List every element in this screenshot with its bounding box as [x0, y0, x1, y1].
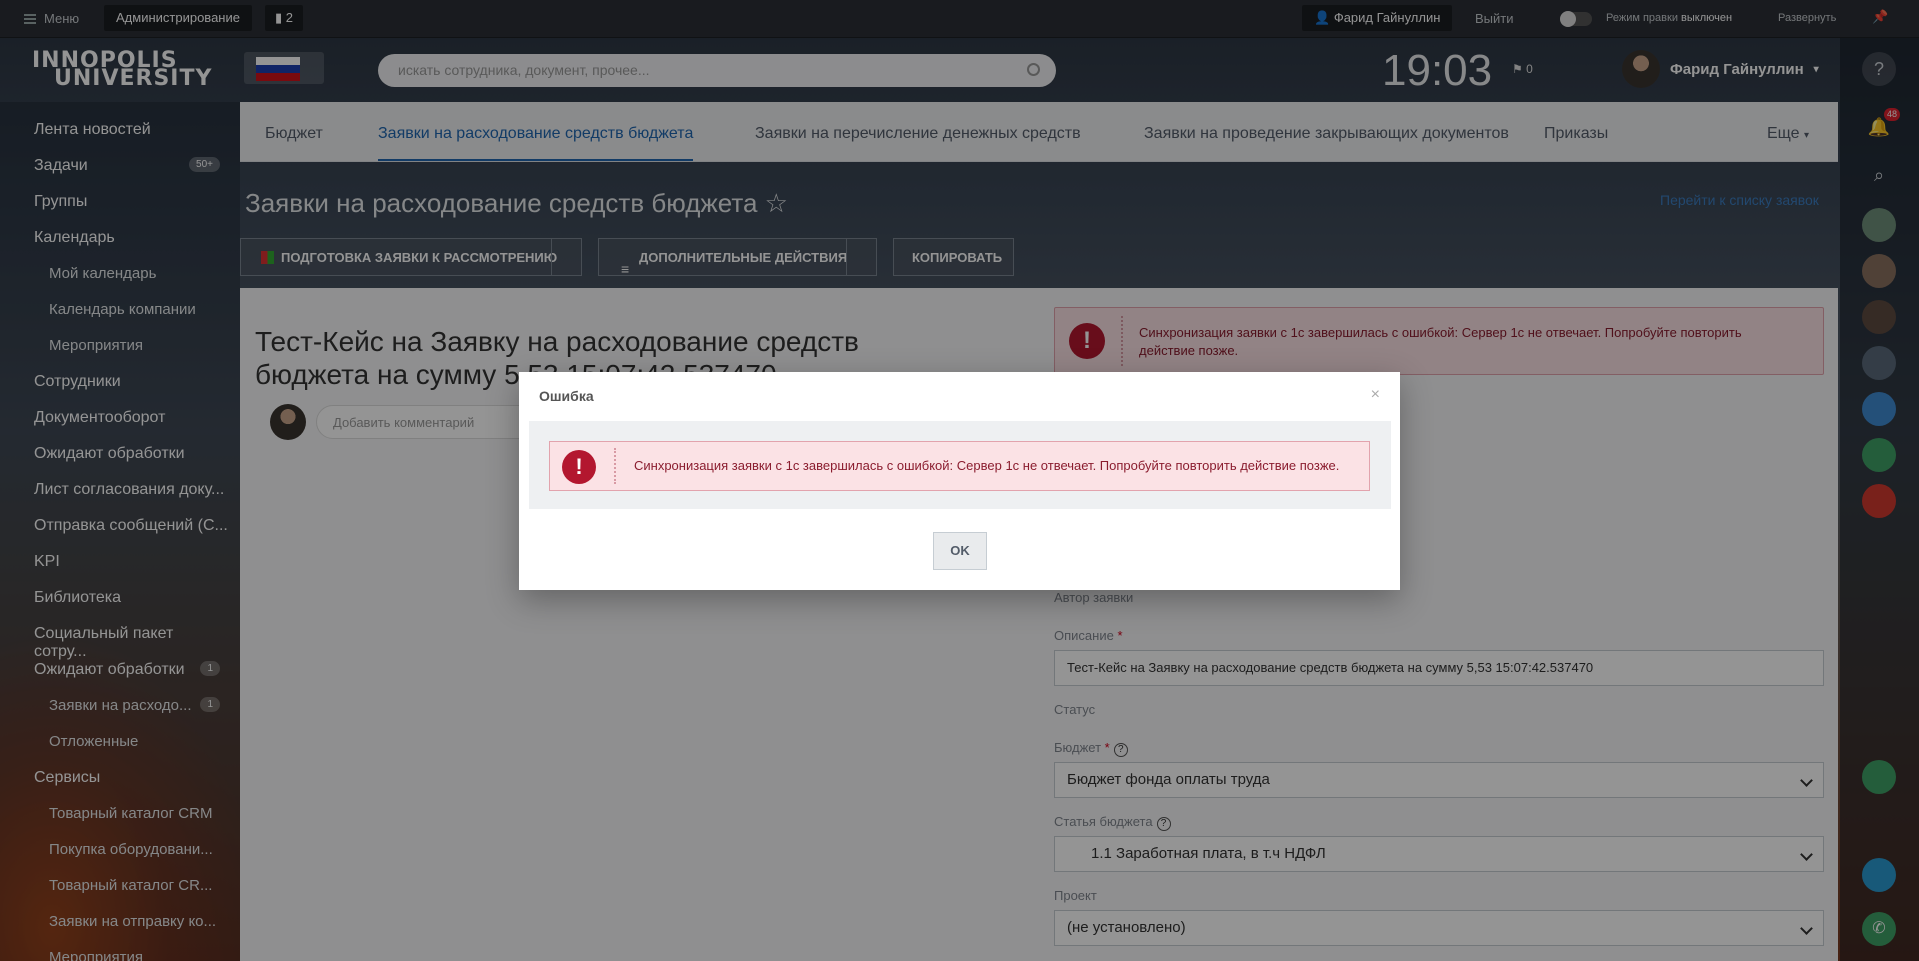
dialog-body: ! Синхронизация заявки с 1с завершилась … [529, 421, 1391, 509]
close-icon[interactable]: × [1371, 386, 1380, 404]
error-icon: ! [562, 450, 596, 484]
dialog-title: Ошибка [539, 388, 594, 404]
dialog-error-alert: ! Синхронизация заявки с 1с завершилась … [549, 441, 1370, 491]
dialog-error-text: Синхронизация заявки с 1с завершилась с … [634, 458, 1340, 473]
error-dialog: Ошибка × ! Синхронизация заявки с 1с зав… [519, 372, 1400, 590]
ok-button[interactable]: OK [933, 532, 987, 570]
divider [614, 448, 616, 484]
